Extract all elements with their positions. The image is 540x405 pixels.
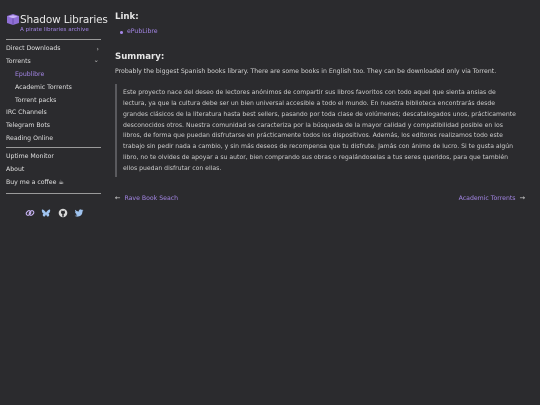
- sidebar-item-epublibre[interactable]: Epublibre: [15, 69, 101, 81]
- sidebar-item-about[interactable]: About: [6, 164, 101, 176]
- bluesky-icon[interactable]: [41, 203, 51, 217]
- social-links: [25, 203, 85, 218]
- summary-heading: Summary:: [115, 52, 165, 62]
- arrow-right-icon: →: [519, 194, 525, 202]
- summary-text: Probably the biggest Spanish books libra…: [115, 68, 497, 75]
- sidebar-item-label: Buy me a coffee ☕: [6, 179, 64, 186]
- sidebar-item-irc-channels[interactable]: IRC Channels: [6, 107, 101, 119]
- previous-page-label: Rave Book Seach: [124, 195, 179, 202]
- sidebar-item-label: Torrent packs: [15, 97, 57, 104]
- link-heading: Link:: [115, 12, 139, 22]
- arrow-left-icon: ←: [115, 194, 121, 202]
- sidebar-item-torrent-packs[interactable]: Torrent packs: [15, 95, 101, 107]
- sidebar-divider: [6, 39, 101, 40]
- sidebar-item-reading-online[interactable]: Reading Online: [6, 133, 101, 145]
- sidebar-item-label: Uptime Monitor: [6, 153, 54, 160]
- sidebar-item-label: IRC Channels: [6, 109, 47, 116]
- sidebar-item-label: Reading Online: [6, 135, 54, 142]
- sidebar-divider: [6, 193, 101, 194]
- main-content: Link: ePubLibre Summary: Probably the bi…: [115, 0, 525, 405]
- brand-title: Shadow Libraries: [20, 14, 108, 26]
- brand-subtitle: A pirate libraries archive: [20, 27, 89, 33]
- sidebar-divider: [6, 147, 101, 148]
- sidebar-item-buy-me-a-coffee[interactable]: Buy me a coffee ☕: [6, 177, 101, 189]
- previous-page-link[interactable]: ← Rave Book Seach: [115, 194, 178, 202]
- description-quote: Este proyecto nace del deseo de lectores…: [115, 84, 525, 177]
- sidebar-item-telegram-bots[interactable]: Telegram Bots: [6, 120, 101, 132]
- next-page-label: Academic Torrents: [458, 195, 516, 202]
- next-page-link[interactable]: Academic Torrents →: [459, 194, 525, 202]
- sidebar-item-label: Academic Torrents: [15, 84, 72, 91]
- github-icon[interactable]: [58, 203, 68, 218]
- books-logo-icon: [7, 14, 19, 25]
- twitter-icon[interactable]: [74, 203, 84, 217]
- epublibre-link[interactable]: ePubLibre: [127, 28, 158, 35]
- sidebar-item-torrents[interactable]: Torrents ⌄: [6, 56, 101, 68]
- bullet-icon: [120, 31, 123, 34]
- sidebar-item-label: Epublibre: [15, 71, 45, 78]
- chevron-down-icon: ⌄: [93, 56, 99, 64]
- quote-text: Este proyecto nace del deseo de lectores…: [123, 89, 516, 172]
- sidebar-item-uptime-monitor[interactable]: Uptime Monitor: [6, 151, 101, 163]
- sidebar-item-label: Telegram Bots: [6, 122, 50, 129]
- sidebar-item-academic-torrents[interactable]: Academic Torrents: [15, 82, 101, 94]
- sidebar-item-label: Torrents: [6, 58, 31, 65]
- sidebar: Shadow Libraries A pirate libraries arch…: [0, 0, 108, 405]
- sidebar-item-direct-downloads[interactable]: Direct Downloads ›: [6, 43, 101, 55]
- sidebar-item-label: About: [6, 166, 25, 173]
- sidebar-item-label: Direct Downloads: [6, 45, 61, 52]
- link-icon[interactable]: [25, 203, 35, 216]
